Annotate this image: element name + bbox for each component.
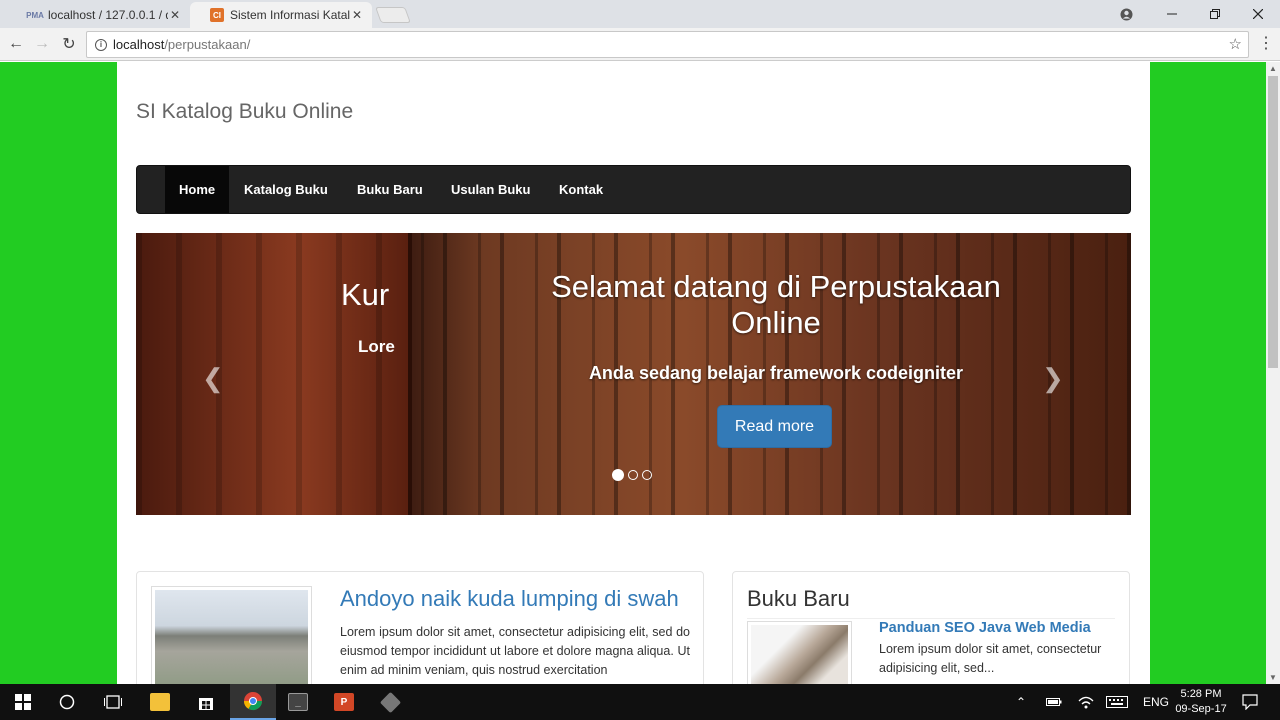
carousel-indicator[interactable]: [628, 470, 638, 480]
new-tab-button[interactable]: [375, 7, 411, 23]
windows-start-icon[interactable]: [0, 684, 46, 720]
previous-slide: [136, 233, 412, 515]
post-panel: Andoyo naik kuda lumping di swah Lorem i…: [136, 571, 704, 684]
carousel-indicator[interactable]: [612, 469, 624, 481]
previous-slide-heading: Kur: [341, 277, 390, 312]
book-title-link[interactable]: Panduan SEO Java Web Media: [879, 620, 1091, 636]
restore-icon[interactable]: [1193, 0, 1237, 28]
carousel-indicators: [612, 469, 652, 481]
scroll-up-icon[interactable]: ▲: [1269, 64, 1277, 73]
new-books-title: Buku Baru: [747, 586, 850, 611]
tab-title: localhost / 127.0.0.1 / db: [48, 8, 168, 22]
post-title-link[interactable]: Andoyo naik kuda lumping di swah: [340, 586, 679, 612]
system-clock[interactable]: 5:28 PM 09-Sep-17: [1170, 687, 1232, 717]
bookmark-star-icon[interactable]: ☆: [1229, 35, 1242, 53]
scroll-down-icon[interactable]: ▼: [1269, 673, 1277, 682]
carousel-prev-chevron-icon[interactable]: ❮: [202, 363, 224, 394]
browser-tab-bar: PMA localhost / 127.0.0.1 / db ✕ CI Sist…: [0, 0, 1280, 28]
keyboard-icon[interactable]: [1106, 684, 1128, 720]
slide-heading: Selamat datang di Perpustakaan Online: [551, 269, 1001, 340]
address-bar: ← → ↻ i localhost/perpustakaan/ ☆ ⋮: [0, 28, 1280, 61]
menu-dots-icon[interactable]: ⋮: [1258, 33, 1274, 53]
nav-kontak[interactable]: Kontak: [545, 166, 617, 213]
reload-icon[interactable]: ↻: [58, 33, 80, 55]
post-thumbnail[interactable]: [151, 586, 312, 684]
url-host: localhost: [113, 37, 165, 52]
app-icon[interactable]: [367, 684, 413, 720]
tab-title: Sistem Informasi Katalog: [230, 8, 350, 22]
task-view-icon[interactable]: [90, 684, 136, 720]
info-icon[interactable]: i: [95, 38, 107, 51]
book-excerpt: Lorem ipsum dolor sit amet, consectetur …: [879, 642, 1102, 675]
page-viewport: SI Katalog Buku Online Home Katalog Buku…: [0, 62, 1280, 684]
url-path: /perpustakaan/: [164, 37, 251, 52]
read-more-button[interactable]: Read more: [717, 405, 832, 448]
page-container: SI Katalog Buku Online Home Katalog Buku…: [117, 62, 1150, 684]
hero-carousel: Kur Lore Selamat datang di Perpustakaan …: [136, 233, 1131, 515]
powerpoint-icon[interactable]: P: [321, 684, 367, 720]
url-input[interactable]: i localhost/perpustakaan/ ☆: [86, 31, 1249, 58]
battery-icon[interactable]: [1046, 684, 1062, 720]
phpmyadmin-icon: PMA: [26, 10, 44, 20]
close-tab-icon[interactable]: ✕: [350, 8, 364, 22]
carousel-next-chevron-icon[interactable]: ❯: [1042, 363, 1064, 394]
codeigniter-icon: CI: [210, 8, 224, 22]
store-icon[interactable]: [183, 684, 229, 720]
back-arrow-icon[interactable]: ←: [5, 33, 27, 55]
language-indicator[interactable]: ENG: [1143, 684, 1169, 720]
close-tab-icon[interactable]: ✕: [168, 8, 182, 22]
nav-katalog-buku[interactable]: Katalog Buku: [230, 166, 342, 213]
post-image: [155, 590, 308, 684]
book-thumbnail[interactable]: [747, 621, 852, 684]
show-hidden-icons-chevron-icon[interactable]: ⌃: [1016, 684, 1026, 720]
nav-usulan-buku[interactable]: Usulan Buku: [437, 166, 544, 213]
nav-home[interactable]: Home: [165, 166, 230, 213]
chrome-icon[interactable]: [230, 684, 276, 720]
slide-subtitle: Anda sedang belajar framework codeignite…: [588, 363, 964, 383]
clock-date: 09-Sep-17: [1175, 703, 1227, 715]
nav-buku-baru[interactable]: Buku Baru: [343, 166, 437, 213]
tab-phpmyadmin[interactable]: PMA localhost / 127.0.0.1 / db ✕: [8, 2, 190, 28]
tab-katalog[interactable]: CI Sistem Informasi Katalog ✕: [190, 2, 372, 28]
wifi-icon[interactable]: [1078, 684, 1094, 720]
scrollbar-thumb[interactable]: [1268, 76, 1278, 368]
site-title: SI Katalog Buku Online: [136, 100, 354, 123]
new-books-panel: Buku Baru Panduan SEO Java Web Media Lor…: [732, 571, 1130, 684]
forward-arrow-icon[interactable]: →: [31, 33, 53, 55]
divider: [747, 618, 1115, 619]
carousel-indicator[interactable]: [642, 470, 652, 480]
windows-taskbar: _ P ⌃ ENG 5:28 PM 09-Sep-17: [0, 684, 1280, 720]
minimize-icon[interactable]: [1150, 0, 1194, 28]
user-profile-icon[interactable]: [1104, 0, 1148, 28]
page-scrollbar[interactable]: ▲ ▼: [1266, 62, 1280, 684]
previous-slide-subtitle: Lore: [358, 337, 395, 356]
close-window-icon[interactable]: [1236, 0, 1280, 28]
main-navbar: Home Katalog Buku Buku Baru Usulan Buku …: [136, 165, 1131, 214]
post-excerpt: Lorem ipsum dolor sit amet, consectetur …: [340, 625, 690, 677]
notification-icon[interactable]: [1242, 684, 1258, 720]
book-image: [751, 625, 848, 684]
search-circle-icon[interactable]: [44, 684, 90, 720]
file-explorer-icon[interactable]: [137, 684, 183, 720]
terminal-icon[interactable]: _: [275, 684, 321, 720]
clock-time: 5:28 PM: [1180, 688, 1222, 700]
